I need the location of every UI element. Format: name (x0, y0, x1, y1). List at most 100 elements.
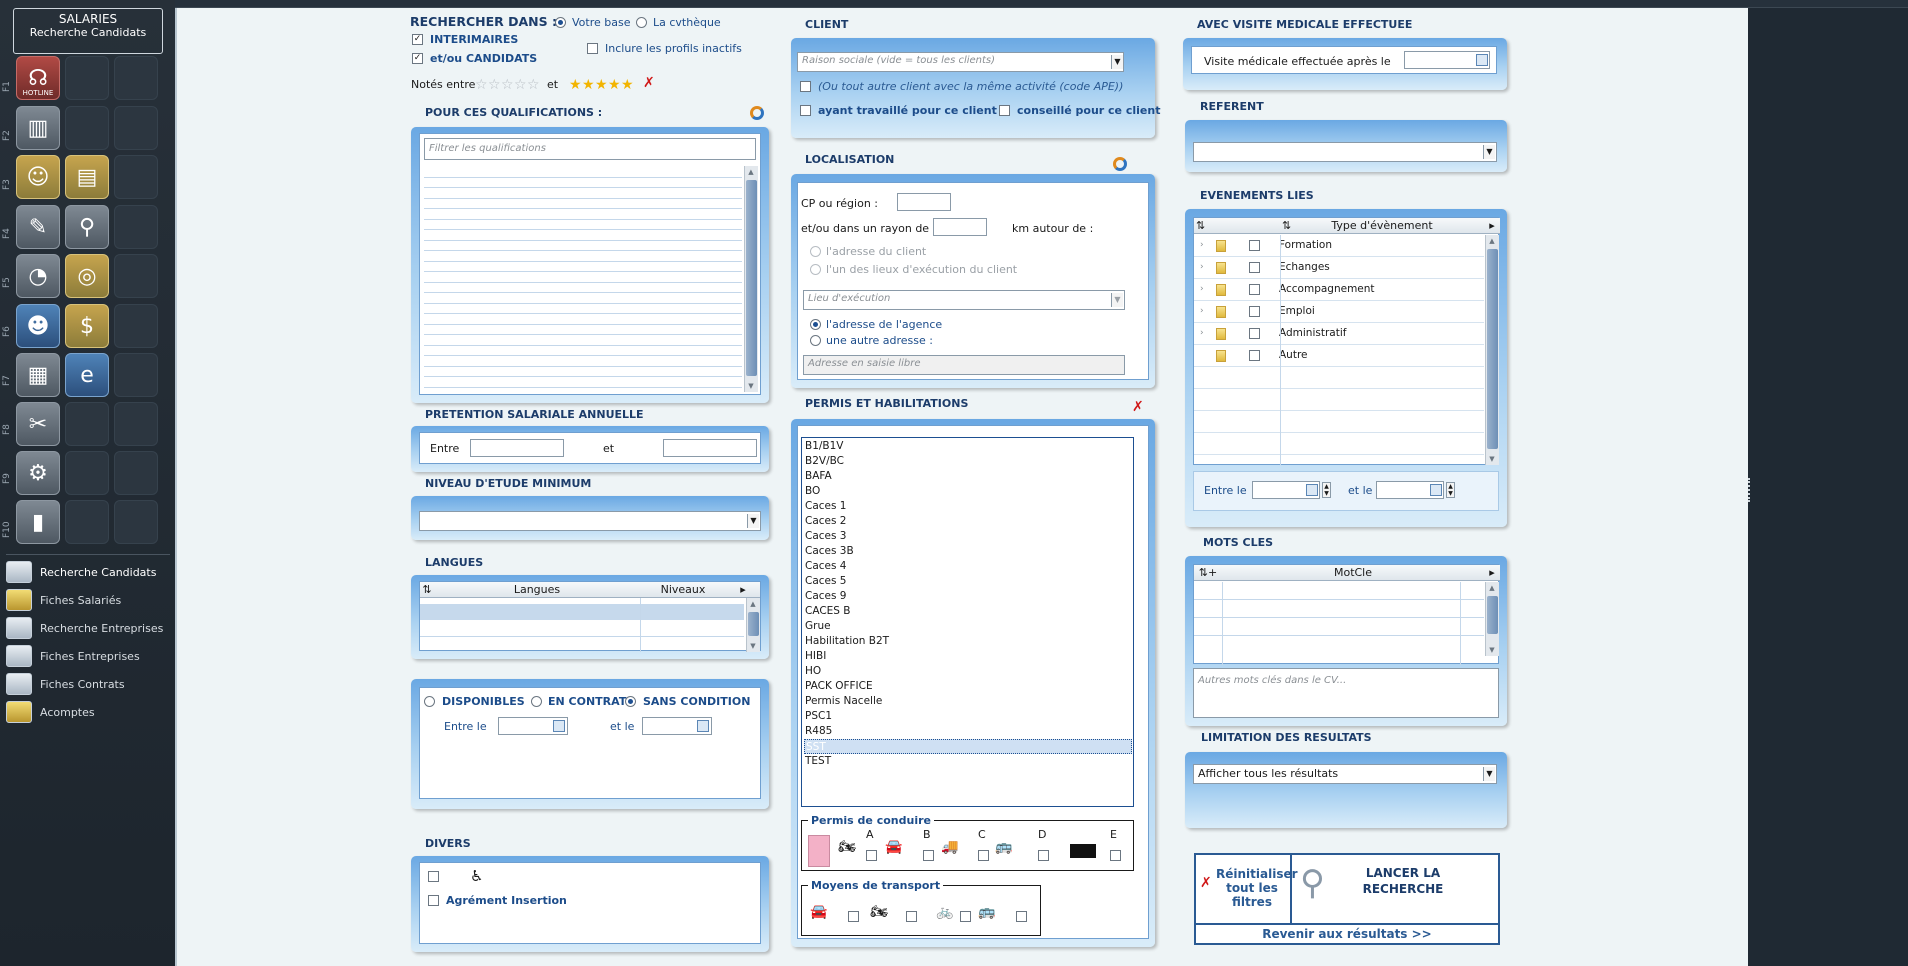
radio-adresse-client[interactable] (810, 246, 821, 257)
referent-select[interactable] (1193, 142, 1497, 162)
event-checkbox[interactable] (1249, 328, 1260, 339)
event-checkbox[interactable] (1249, 306, 1260, 317)
radio-adresse-agence[interactable] (810, 319, 821, 330)
refresh-icon[interactable] (1113, 157, 1127, 171)
settings-tile[interactable]: ⚙ (16, 451, 60, 495)
salary-max-input[interactable] (663, 439, 757, 457)
table-row[interactable]: › Accompagnement (1194, 279, 1484, 301)
chevron-down-icon[interactable]: ▼ (747, 514, 759, 528)
scroll-thumb[interactable] (1487, 249, 1498, 449)
travaille-checkbox[interactable] (800, 105, 811, 116)
star-icon[interactable]: ★ (582, 78, 595, 92)
adresse-libre-input[interactable]: Adresse en saisie libre (803, 355, 1125, 375)
transport-bus-checkbox[interactable] (1016, 911, 1027, 922)
refresh-icon[interactable] (750, 106, 764, 120)
langues-scrollbar[interactable]: ▲ ▼ (746, 598, 760, 652)
clear-rating-icon[interactable]: ✗ (643, 75, 655, 91)
handicap-checkbox[interactable] (428, 871, 439, 882)
calendar-icon[interactable] (1430, 484, 1442, 496)
keywords-cv-input[interactable]: Autres mots clés dans le CV... (1193, 668, 1499, 718)
radio-autre-adresse[interactable] (810, 335, 821, 346)
class-a-checkbox[interactable] (866, 850, 877, 861)
max-rating-stars[interactable]: ★ ★ ★ ★ ★ (569, 78, 635, 92)
qualifications-list[interactable] (424, 166, 742, 392)
chevron-down-icon[interactable]: ▼ (1111, 55, 1123, 69)
cp-input[interactable] (897, 193, 951, 211)
radio-sans-condition[interactable] (625, 696, 636, 707)
scroll-thumb[interactable] (746, 180, 757, 376)
agrement-checkbox[interactable] (428, 895, 439, 906)
scroll-up-icon[interactable]: ▲ (1486, 582, 1498, 594)
transport-car-checkbox[interactable] (848, 911, 859, 922)
timer-tile[interactable]: ◔ (16, 254, 60, 298)
table-row[interactable] (420, 604, 744, 620)
scroll-down-icon[interactable]: ▼ (747, 640, 759, 652)
radio-votre-base[interactable] (555, 17, 566, 28)
permis-item[interactable]: Caces 3 (804, 529, 1132, 544)
event-checkbox[interactable] (1249, 350, 1260, 361)
chevron-down-icon[interactable]: ▼ (1483, 767, 1495, 781)
radio-lieux-execution[interactable] (810, 264, 821, 275)
limitation-select[interactable]: Afficher tous les résultats (1193, 764, 1497, 784)
permis-list[interactable]: B1/B1V B2V/BC BAFA BO Caces 1 Caces 2 Caces 3C… (801, 437, 1134, 807)
radio-en-contrat[interactable] (531, 696, 542, 707)
permis-item[interactable]: Grue (804, 619, 1132, 634)
nav-fiches-salaries[interactable]: Fiches Salariés (6, 587, 170, 613)
table-row[interactable]: › Administratif (1194, 323, 1484, 345)
scroll-down-icon[interactable]: ▼ (1486, 644, 1498, 656)
col-type-evenement[interactable]: ⇅ Type d'évènement (1280, 218, 1484, 234)
qualifications-filter[interactable]: Filtrer les qualifications (424, 138, 756, 160)
permis-item[interactable]: Caces 3B (804, 544, 1132, 559)
class-d-checkbox[interactable] (1038, 850, 1049, 861)
star-icon[interactable]: ★ (569, 78, 582, 92)
permis-item[interactable]: Caces 1 (804, 499, 1132, 514)
col-more-icon[interactable]: ▸ (726, 582, 760, 598)
table-row[interactable]: › Formation (1194, 235, 1484, 257)
scroll-thumb[interactable] (1487, 596, 1498, 634)
expand-icon[interactable]: › (1200, 328, 1204, 338)
qualifications-scrollbar[interactable]: ▲ ▼ (744, 166, 758, 392)
scroll-down-icon[interactable]: ▼ (1486, 453, 1498, 465)
launch-search-button[interactable]: ⚲ LANCER LA RECHERCHE (1292, 855, 1498, 923)
add-keyword-icon[interactable]: ⇅+ (1194, 565, 1222, 581)
table-row[interactable] (1194, 389, 1484, 411)
cards-tile[interactable]: ▤ (65, 155, 109, 199)
resize-grip[interactable] (1748, 478, 1752, 502)
salary-min-input[interactable] (470, 439, 564, 457)
permis-item[interactable]: Caces 4 (804, 559, 1132, 574)
permis-item[interactable]: Habilitation B2T (804, 634, 1132, 649)
permis-item[interactable]: BAFA (804, 469, 1132, 484)
col-motcle[interactable]: MotCle (1222, 565, 1484, 581)
candidats-checkbox[interactable]: ✓ (412, 53, 423, 64)
expand-icon[interactable]: › (1200, 306, 1204, 316)
table-row[interactable] (1194, 433, 1484, 455)
money-tile[interactable]: $ (65, 304, 109, 348)
permis-item[interactable]: CACES B (804, 604, 1132, 619)
evenements-scrollbar[interactable]: ▲ ▼ (1485, 235, 1499, 465)
permis-item[interactable]: Caces 2 (804, 514, 1132, 529)
scroll-up-icon[interactable]: ▲ (747, 598, 759, 610)
nav-recherche-entreprises[interactable]: Recherche Entreprises (6, 615, 170, 641)
radio-cvtheque[interactable] (636, 17, 647, 28)
class-e-checkbox[interactable] (1110, 850, 1121, 861)
event-checkbox[interactable] (1249, 240, 1260, 251)
permis-item[interactable]: TEST (804, 754, 1132, 769)
hotline-tile[interactable]: ☊ HOTLINE (16, 56, 60, 100)
col-niveaux[interactable]: Niveaux (640, 582, 726, 598)
search-tile[interactable]: ⚲ (65, 205, 109, 249)
table-row[interactable] (1194, 411, 1484, 433)
table-row[interactable]: Autre (1194, 345, 1484, 367)
calendar-tile[interactable]: ▦ (16, 353, 60, 397)
radio-disponibles[interactable] (424, 696, 435, 707)
permis-item[interactable]: R485 (804, 724, 1132, 739)
star-icon[interactable]: ★ (595, 78, 608, 92)
conseille-checkbox[interactable] (999, 105, 1010, 116)
class-b-checkbox[interactable] (923, 850, 934, 861)
calendar-icon[interactable] (697, 720, 709, 732)
coins-tile[interactable]: ◎ (65, 254, 109, 298)
candidates-tile[interactable]: ☺ (16, 155, 60, 199)
star-icon[interactable]: ☆ (475, 78, 488, 92)
col-more-icon[interactable]: ▸ (1484, 565, 1500, 581)
calendar-icon[interactable] (1306, 484, 1318, 496)
min-rating-stars[interactable]: ☆ ☆ ☆ ☆ ☆ (475, 78, 540, 92)
